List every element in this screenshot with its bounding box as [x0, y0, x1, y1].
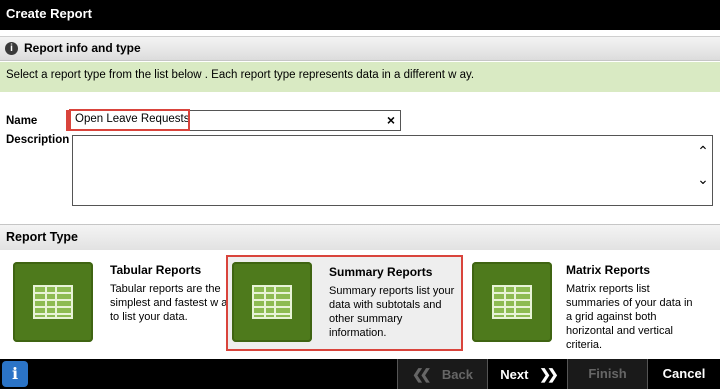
window-title: Create Report	[0, 0, 720, 30]
name-label: Name	[6, 115, 38, 127]
report-option-title: Tabular Reports	[110, 263, 202, 277]
chevron-right-icon: ❯❯	[539, 366, 559, 382]
name-input-highlight	[69, 109, 190, 131]
wizard-footer: i ❮❮ Back Next ❯❯ Finish Cancel	[0, 359, 720, 389]
scroll-down-icon[interactable]: ⌄	[696, 172, 710, 186]
scroll-up-icon[interactable]: ⌃	[696, 144, 710, 158]
report-option-matrix[interactable]: Matrix Reports Matrix reports list summa…	[470, 260, 700, 351]
table-icon	[232, 262, 312, 342]
report-option-description: Matrix reports list summaries of your da…	[566, 283, 693, 351]
section-header-report-info[interactable]: i Report info and type	[0, 36, 720, 61]
report-option-tabular[interactable]: Tabular Reports Tabular reports are the …	[10, 260, 240, 348]
table-icon	[13, 262, 93, 342]
info-icon: i	[5, 42, 18, 55]
table-icon	[472, 262, 552, 342]
report-option-description: Tabular reports are the simplest and fas…	[110, 283, 233, 323]
next-button[interactable]: Next ❯❯	[487, 359, 567, 389]
next-label: Next	[500, 367, 529, 382]
report-type-heading: Report Type	[0, 224, 720, 250]
chevron-left-icon: ❮❮	[412, 366, 432, 382]
help-info-icon[interactable]: i	[2, 361, 28, 387]
report-type-options: Tabular Reports Tabular reports are the …	[0, 250, 720, 358]
back-label: Back	[441, 367, 473, 382]
instruction-text: Select a report type from the list below…	[0, 62, 720, 92]
section-title: Report info and type	[24, 41, 141, 55]
report-option-description: Summary reports list your data with subt…	[329, 285, 455, 339]
report-option-title: Matrix Reports	[566, 263, 651, 277]
back-button[interactable]: ❮❮ Back	[397, 359, 487, 389]
report-option-title: Summary Reports	[329, 265, 433, 279]
finish-label: Finish	[588, 366, 627, 381]
textarea-scrollbar[interactable]: ⌃ ⌄	[696, 144, 710, 200]
clear-icon[interactable]: ×	[387, 112, 395, 128]
cancel-button[interactable]: Cancel	[647, 359, 720, 389]
cancel-label: Cancel	[662, 366, 706, 381]
finish-button[interactable]: Finish	[567, 359, 647, 389]
description-label: Description	[6, 134, 70, 146]
description-textarea[interactable]: ⌃ ⌄	[72, 135, 713, 206]
report-option-summary[interactable]: Summary Reports Summary reports list you…	[226, 255, 463, 351]
